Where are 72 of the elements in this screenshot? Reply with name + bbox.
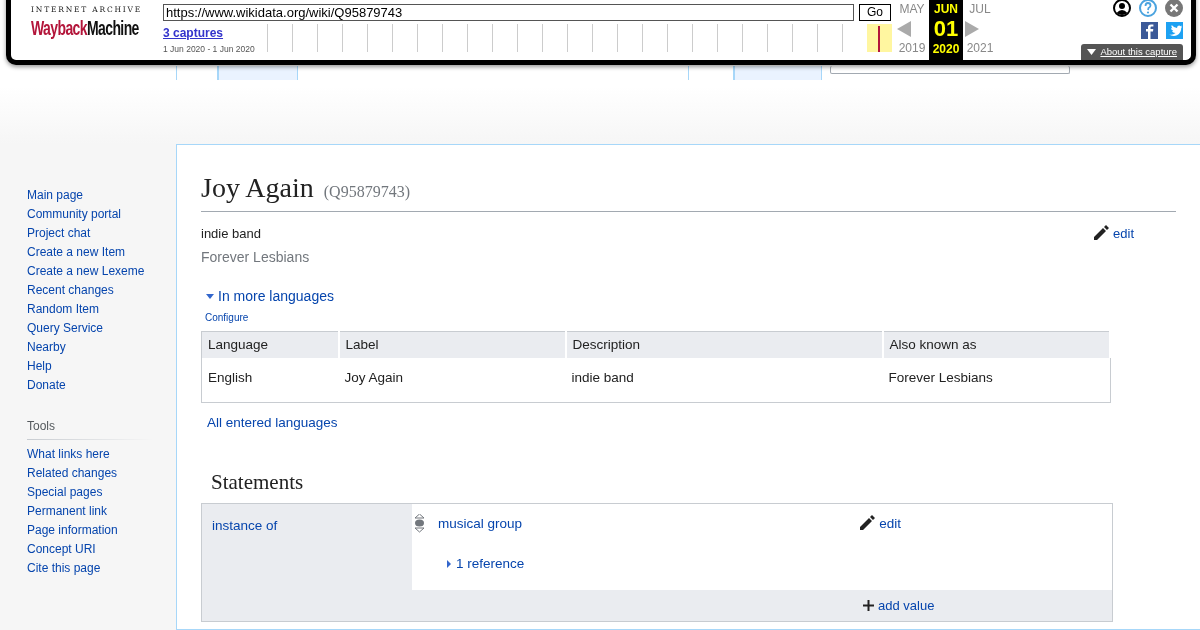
caret-icon [1087, 48, 1097, 57]
table-cell: English [201, 357, 339, 403]
caret-icon [446, 560, 452, 569]
rank-selector-icon[interactable] [415, 513, 424, 533]
languages-toggle[interactable]: In more languages [206, 285, 334, 307]
configure-link[interactable]: Configure [205, 309, 249, 325]
page-title: Joy Again [201, 171, 314, 205]
sidebar-link[interactable]: Donate [27, 378, 66, 392]
sidebar-link[interactable]: Help [27, 359, 52, 373]
page-tab[interactable] [734, 66, 822, 80]
page-tab[interactable] [176, 66, 218, 80]
captures-link[interactable]: 3 captures [163, 24, 224, 42]
year-label: 2019 [898, 40, 926, 57]
about-capture-button[interactable]: About this capture [1081, 44, 1183, 61]
capture-timeline[interactable] [267, 24, 893, 52]
sidebar-link[interactable]: Cite this page [27, 561, 101, 575]
column-header: Language [201, 331, 339, 358]
sidebar-link[interactable]: Query Service [27, 321, 104, 335]
sidebar-link[interactable]: Related changes [27, 466, 118, 480]
pencil-icon [1093, 224, 1110, 240]
sidebar-link[interactable]: Nearby [27, 340, 66, 354]
page-tab[interactable] [688, 66, 734, 80]
edit-link[interactable]: edit [1093, 224, 1134, 244]
add-value-link[interactable]: add value [863, 595, 935, 616]
page-tab[interactable] [218, 66, 298, 80]
table-cell: indie band [565, 357, 883, 403]
help-icon[interactable] [1139, 0, 1157, 17]
table-cell: Forever Lesbians [882, 357, 1110, 403]
references-toggle[interactable]: 1 reference [446, 554, 525, 575]
edit-link[interactable]: edit [859, 513, 901, 534]
current-date[interactable]: JUN 01 2020 [929, 0, 963, 60]
month-label: JUL [969, 1, 991, 18]
facebook-icon[interactable] [1141, 22, 1158, 39]
previous-arrow-icon[interactable] [895, 20, 913, 37]
sidebar-link[interactable]: What links here [27, 447, 110, 461]
item-description: indie band [201, 225, 262, 243]
sidebar-link[interactable]: Project chat [27, 226, 91, 240]
date-range: 1 Jun 2020 - 1 Jun 2020 [163, 43, 255, 56]
sidebar-link[interactable]: Permanent link [27, 504, 108, 518]
next-arrow-icon[interactable] [963, 20, 981, 37]
user-icon[interactable] [1113, 0, 1131, 17]
sidebar-heading: Tools [27, 417, 152, 440]
sidebar-link[interactable]: Recent changes [27, 283, 114, 297]
search-field[interactable] [830, 66, 1070, 74]
sidebar-link[interactable]: Random Item [27, 302, 100, 316]
item-id: (Q95879743) [323, 182, 410, 203]
twitter-icon[interactable] [1166, 22, 1183, 39]
caret-icon [206, 292, 214, 300]
sidebar-link[interactable]: Concept URI [27, 542, 96, 556]
year-label: 2021 [966, 40, 994, 57]
table-cell: Joy Again [338, 357, 566, 403]
column-header: Description [565, 331, 883, 358]
sidebar-link[interactable]: Page information [27, 523, 118, 537]
sidebar-link[interactable]: Special pages [27, 485, 103, 499]
property-link[interactable]: instance of [212, 517, 278, 533]
close-icon[interactable] [1165, 0, 1183, 17]
column-header: Label [338, 331, 566, 358]
sidebar-link[interactable]: Main page [27, 188, 84, 202]
all-languages-link[interactable]: All entered languages [207, 413, 338, 434]
value-link[interactable]: musical group [438, 513, 523, 534]
column-header: Also known as [882, 331, 1110, 358]
plus-icon [863, 600, 874, 611]
go-button[interactable]: Go [859, 4, 891, 21]
month-label: MAY [899, 1, 925, 18]
sidebar-link[interactable]: Create a new Lexeme [27, 264, 145, 278]
logo-wordmark: WaybackMachine [31, 16, 139, 40]
pencil-icon [859, 513, 876, 530]
section-heading: Statements [211, 469, 304, 497]
sidebar-link[interactable]: Create a new Item [27, 245, 126, 259]
item-aliases: Forever Lesbians [201, 247, 310, 267]
sidebar-link[interactable]: Community portal [27, 207, 122, 221]
url-field[interactable]: https://www.wikidata.org/wiki/Q95879743 [163, 4, 854, 21]
